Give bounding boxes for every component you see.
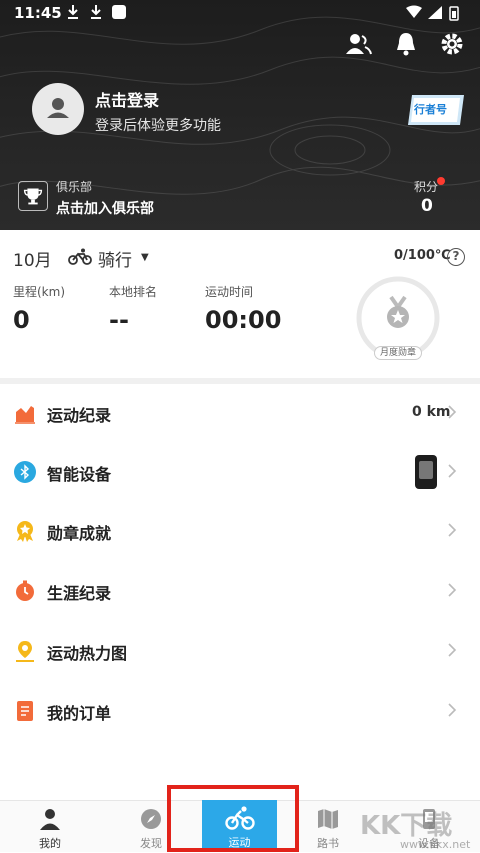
watermark: KK下载 <box>360 811 453 841</box>
points-label[interactable]: 积分 <box>414 178 438 195</box>
download-icon <box>68 5 78 19</box>
monthly-goal: 0/100℃ <box>394 248 451 263</box>
menu-label: 运动热力图 <box>47 644 128 663</box>
chevron-right-icon <box>448 405 457 419</box>
login-title[interactable]: 点击登录 <box>95 87 159 111</box>
stat-label-rank: 本地排名 <box>109 285 158 299</box>
nav-label: 路书 <box>317 837 339 850</box>
chevron-right-icon <box>448 583 457 597</box>
chevron-right-icon <box>448 703 457 717</box>
status-bar: 11:45 <box>0 0 480 28</box>
nav-tab-me[interactable]: 我的 <box>15 801 85 853</box>
walker-badge-label[interactable]: 行者号 <box>414 101 447 117</box>
bike-computer-image <box>415 455 437 489</box>
club-name: 俱乐部 <box>56 180 93 194</box>
join-club-link[interactable]: 点击加入俱乐部 <box>56 198 154 218</box>
download-icon <box>91 5 101 19</box>
caret-down-icon[interactable]: ▼ <box>141 252 149 263</box>
sport-type-selector[interactable]: 骑行 <box>98 246 132 271</box>
login-subtitle: 登录后体验更多功能 <box>95 118 221 134</box>
friends-icon[interactable] <box>344 30 372 58</box>
location-icon <box>16 641 34 662</box>
nav-label: 我的 <box>39 837 61 850</box>
help-icon[interactable]: ? <box>447 248 465 266</box>
stat-label-time: 运动时间 <box>205 285 254 299</box>
map-icon <box>318 809 338 829</box>
bell-icon[interactable] <box>392 30 420 58</box>
nav-tab-route[interactable]: 路书 <box>293 801 363 853</box>
medal-icon <box>17 521 33 542</box>
monthly-medal-label[interactable]: 月度勋章 <box>374 346 422 360</box>
chart-icon <box>15 406 35 424</box>
chevron-right-icon <box>448 464 457 478</box>
points-value[interactable]: 0 <box>421 196 433 216</box>
menu-label: 我的订单 <box>47 704 112 723</box>
menu-item-sport-record[interactable]: 运动纪录 0 km <box>0 384 480 444</box>
menu-label: 运动纪录 <box>47 406 112 425</box>
system-status-icons <box>406 5 459 21</box>
menu-value: 0 km <box>412 404 451 420</box>
menu-item-heatmap[interactable]: 运动热力图 <box>0 622 480 682</box>
wifi-icon <box>406 5 422 18</box>
notification-square-icon <box>112 5 126 19</box>
order-icon <box>17 701 33 721</box>
points-notification-dot <box>437 177 445 185</box>
person-icon <box>40 809 60 830</box>
user-silhouette-icon <box>47 98 69 118</box>
compass-icon <box>141 809 161 829</box>
chevron-right-icon <box>448 643 457 657</box>
menu-label: 生涯纪录 <box>47 584 112 603</box>
month-selector[interactable]: 10月 <box>13 246 52 271</box>
signal-icon <box>428 6 442 19</box>
menu-label: 勋章成就 <box>47 524 112 543</box>
menu-item-smart-device[interactable]: 智能设备 <box>0 443 480 503</box>
highlight-box <box>167 785 299 852</box>
bluetooth-icon <box>14 461 36 483</box>
chevron-right-icon <box>448 523 457 537</box>
menu-label: 智能设备 <box>47 465 112 484</box>
stat-value-rank: -- <box>109 306 129 334</box>
menu-item-medal-achievement[interactable]: 勋章成就 <box>0 502 480 562</box>
stat-value-time: 00:00 <box>205 306 282 334</box>
gear-icon[interactable] <box>438 30 466 58</box>
bike-icon[interactable] <box>68 248 92 266</box>
profile-header: 11:45 点击登录 登录后体验更多功能 行者号 俱乐部 点击加入俱乐部 积分 … <box>0 0 480 230</box>
stat-label-distance: 里程(km) <box>13 285 66 299</box>
watermark-url: www.kkx.net <box>400 838 471 851</box>
menu-item-career-record[interactable]: 生涯纪录 <box>0 562 480 622</box>
club-trophy-icon[interactable] <box>18 181 48 211</box>
status-time: 11:45 <box>14 4 62 22</box>
avatar[interactable] <box>32 83 84 135</box>
menu-item-my-orders[interactable]: 我的订单 <box>0 682 480 742</box>
stopwatch-icon <box>16 580 34 601</box>
stat-value-distance: 0 <box>13 306 30 334</box>
